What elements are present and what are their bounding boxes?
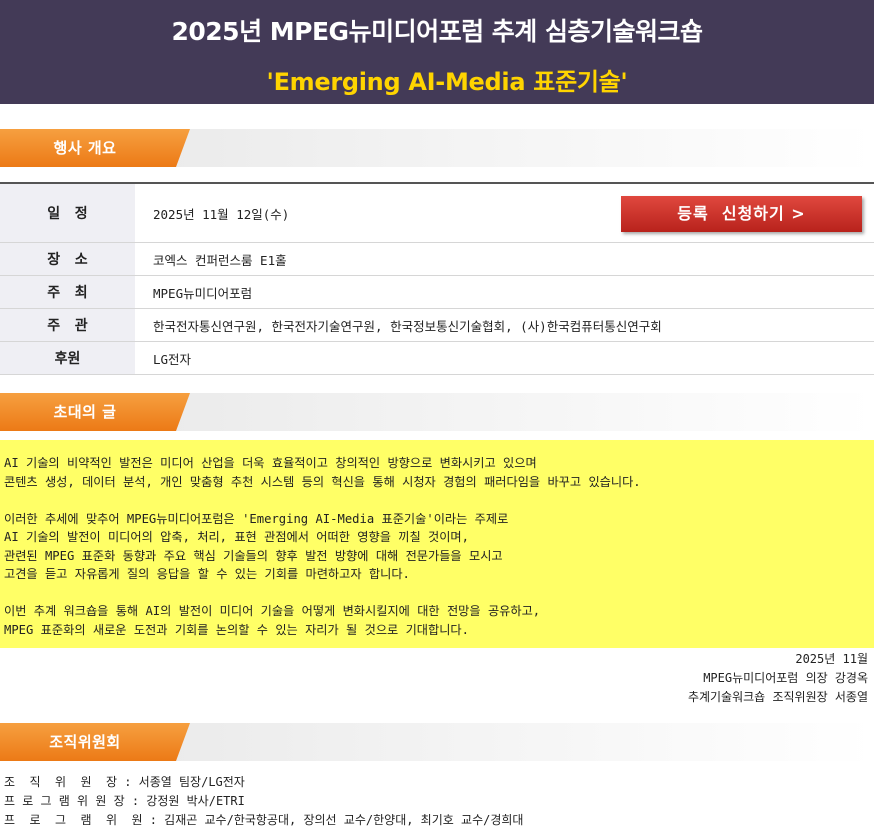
section-title: 행사 개요	[53, 139, 117, 157]
section-header-overview: 행사 개요	[0, 129, 874, 167]
letter-date: 2025년 11월	[795, 652, 868, 666]
row-label: 후원	[0, 341, 135, 375]
letter-line: 고견을 듣고 자유롭게 질의 응답을 할 수 있는 기회를 마련하고자 합니다.	[4, 567, 410, 581]
committee-line: 프 로 그 램 위 원 장 : 강정원 박사/ETRI	[4, 794, 245, 808]
committee-list: 조 직 위 원 장 : 서종열 팀장/LG전자프 로 그 램 위 원 장 : 강…	[4, 773, 523, 830]
invitation-paragraph: 이번 추계 워크숍을 통해 AI의 발전이 미디어 기술을 어떻게 변화시킬지에…	[4, 602, 874, 639]
letter-line: 관련된 MPEG 표준화 동향과 주요 핵심 기술들의 향후 발전 방향에 대해…	[4, 548, 503, 563]
invitation-letter: AI 기술의 비약적인 발전은 미디어 산업을 더욱 효율적이고 창의적인 방향…	[0, 440, 874, 648]
section-tab: 행사 개요	[0, 129, 190, 167]
signer-line: MPEG뉴미디어포럼 의장 강경옥	[703, 671, 868, 685]
header-banner: 2025년 MPEG뉴미디어포럼 추계 심층기술워크숍 'Emerging AI…	[0, 0, 874, 104]
section-header-committee: 조직위원회	[0, 723, 874, 761]
section-tab: 조직위원회	[0, 723, 190, 761]
invitation-paragraph: AI 기술의 비약적인 발전은 미디어 산업을 더욱 효율적이고 창의적인 방향…	[4, 454, 874, 491]
signer-line: 추계기술워크숍 조직위원장 서종열	[687, 690, 868, 704]
table-row: 후원 LG전자	[0, 341, 874, 375]
row-value: 코엑스 컨퍼런스룸 E1홀	[135, 242, 874, 276]
row-value: LG전자	[135, 341, 874, 375]
table-row: 주 최 MPEG뉴미디어포럼	[0, 275, 874, 309]
invitation-paragraph: 이러한 추세에 맞추어 MPEG뉴미디어포럼은 'Emerging AI-Med…	[4, 510, 874, 584]
row-label: 장 소	[0, 242, 135, 276]
committee-line: 프 로 그 램 위 원 : 김재곤 교수/한국항공대, 장의선 교수/한양대, …	[4, 813, 524, 827]
signature-block: 2025년 11월 MPEG뉴미디어포럼 의장 강경옥 추계기술워크숍 조직위원…	[688, 650, 868, 707]
letter-line: 콘텐츠 생성, 데이터 분석, 개인 맞춤형 추천 시스템 등의 혁신을 통해 …	[4, 474, 641, 489]
row-label: 주 최	[0, 275, 135, 309]
row-label: 주 관	[0, 308, 135, 342]
row-value: MPEG뉴미디어포럼	[135, 275, 874, 309]
section-title: 초대의 글	[53, 403, 117, 421]
page-subtitle: 'Emerging AI-Media 표준기술'	[266, 68, 628, 96]
table-row: 장 소 코엑스 컨퍼런스룸 E1홀	[0, 242, 874, 276]
committee-line: 조 직 위 원 장 : 서종열 팀장/LG전자	[4, 775, 245, 789]
page-title: 2025년 MPEG뉴미디어포럼 추계 심층기술워크숍	[171, 17, 704, 46]
row-label: 일 정	[0, 183, 135, 243]
section-tab: 초대의 글	[0, 393, 190, 431]
row-value: 한국전자통신연구원, 한국전자기술연구원, 한국정보통신기술협회, (사)한국컴…	[135, 308, 874, 342]
section-header-invitation: 초대의 글	[0, 393, 874, 431]
register-button[interactable]: 등록 신청하기 >	[621, 196, 862, 232]
table-row: 주 관 한국전자통신연구원, 한국전자기술연구원, 한국정보통신기술협회, (사…	[0, 308, 874, 342]
letter-line: 이러한 추세에 맞추어 MPEG뉴미디어포럼은 'Emerging AI-Med…	[4, 511, 509, 526]
letter-line: AI 기술의 비약적인 발전은 미디어 산업을 더욱 효율적이고 창의적인 방향…	[4, 456, 537, 470]
section-title: 조직위원회	[49, 733, 121, 751]
letter-line: AI 기술의 발전이 미디어의 압축, 처리, 표현 관점에서 어떠한 영향을 …	[4, 530, 469, 544]
letter-line: MPEG 표준화의 새로운 도전과 기회를 논의할 수 있는 자리가 될 것으로…	[4, 622, 469, 637]
letter-line: 이번 추계 워크숍을 통해 AI의 발전이 미디어 기술을 어떻게 변화시킬지에…	[4, 604, 541, 618]
